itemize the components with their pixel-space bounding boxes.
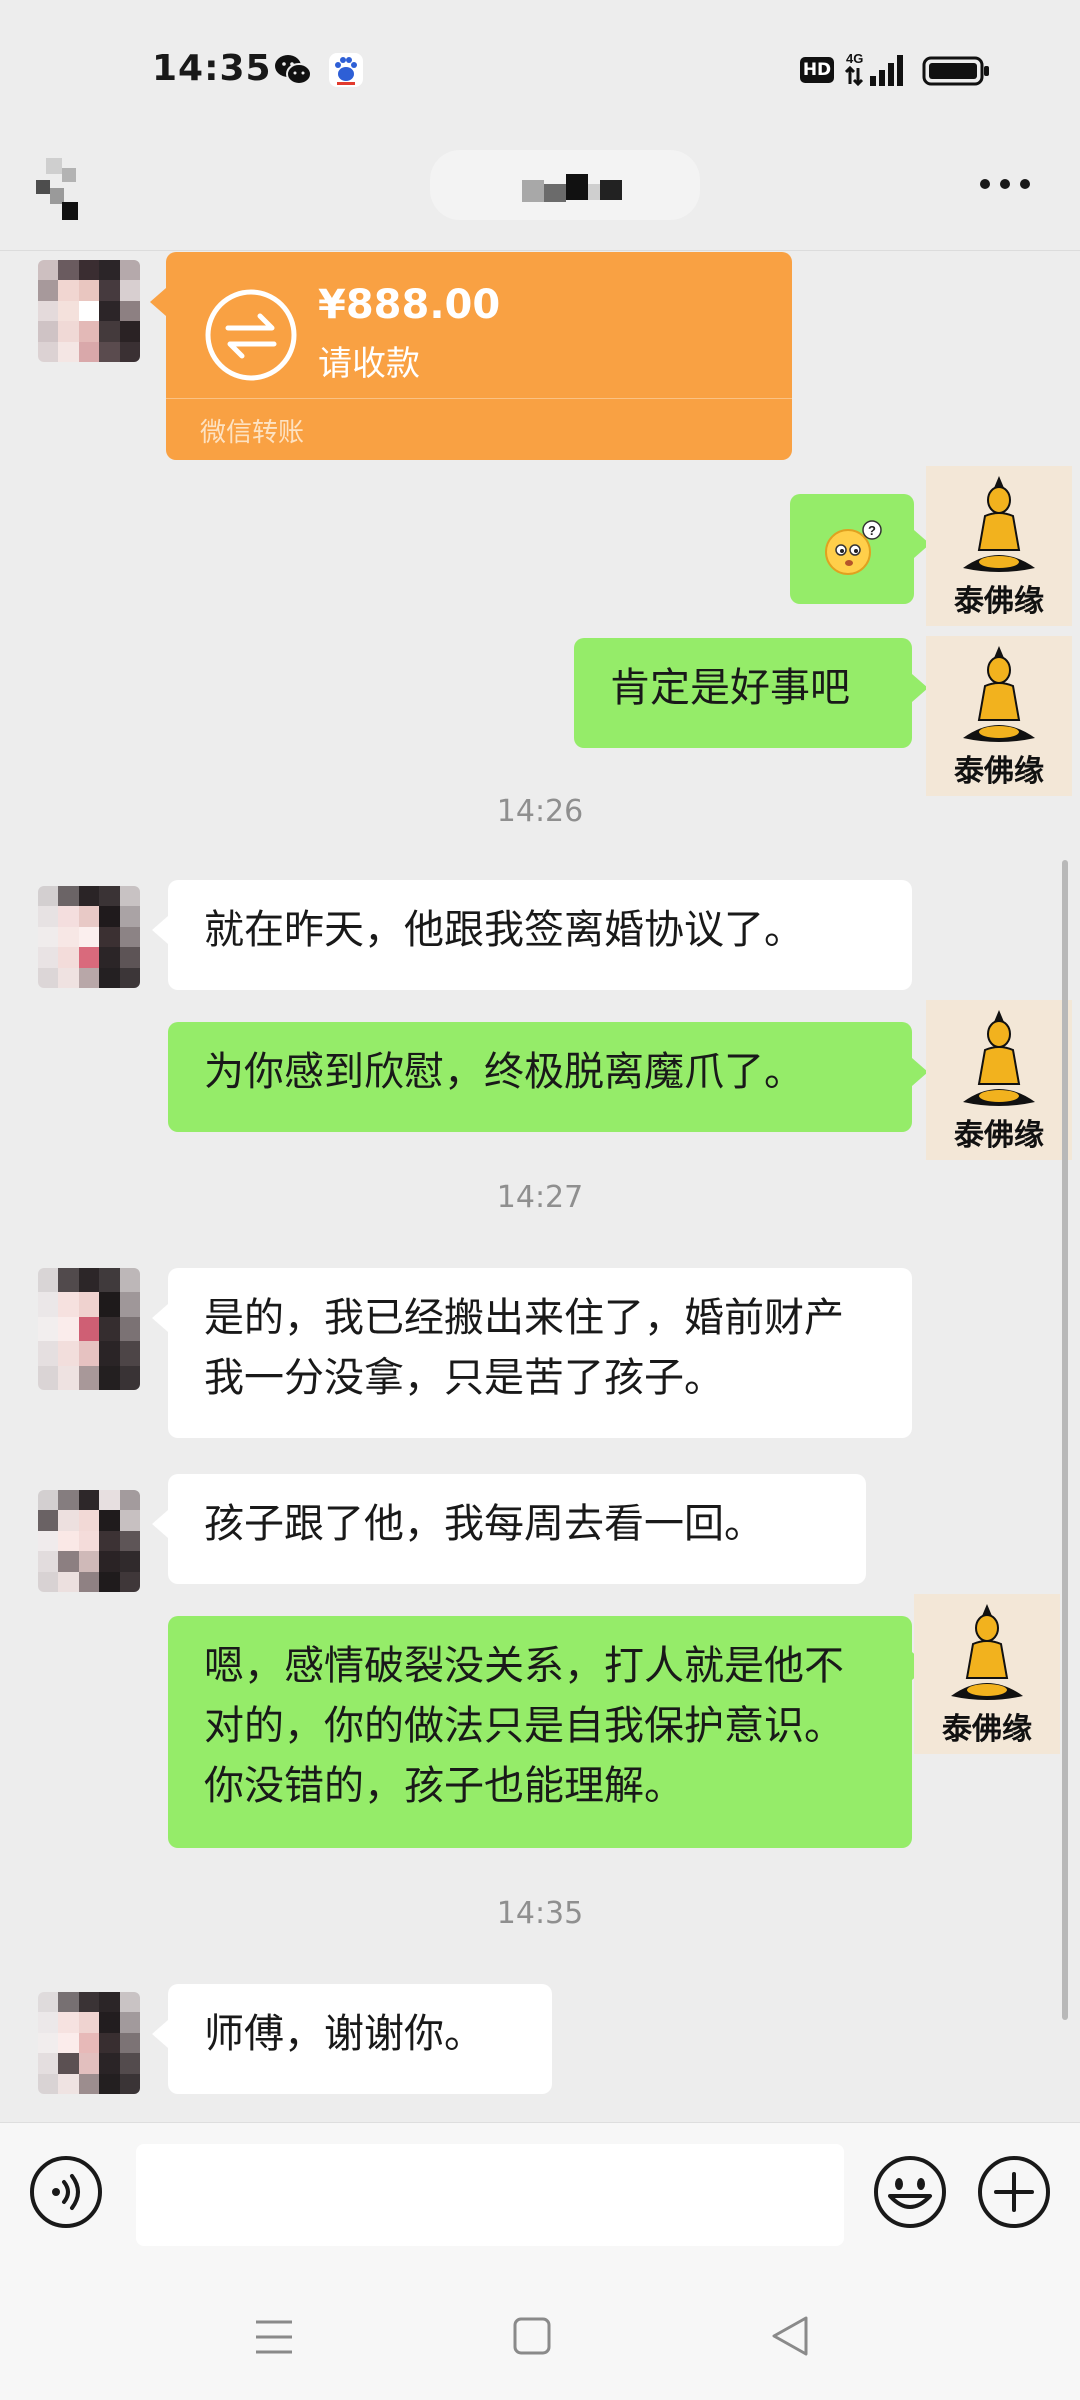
timestamp: 14:35	[496, 1896, 584, 1931]
message-bubble-self[interactable]: 肯定是好事吧	[574, 638, 928, 748]
plus-icon[interactable]	[976, 2154, 1052, 2230]
message-bubble-self[interactable]: 嗯，感情破裂没关系，打人就是他不对的，你的做法只是自我保护意识。你没错的，孩子也…	[168, 1616, 928, 1848]
more-options-icon[interactable]	[978, 176, 1032, 192]
transfer-icon	[205, 289, 297, 381]
buddha-icon	[963, 646, 1035, 742]
baidu-icon	[329, 53, 363, 87]
self-avatar-brand: 泰佛缘	[954, 1118, 1044, 1153]
nav-back-icon[interactable]	[770, 2314, 810, 2358]
battery-icon	[922, 56, 989, 86]
svg-text:?: ?	[868, 523, 876, 538]
hd-badge: HD	[800, 57, 834, 83]
peer-avatar[interactable]	[38, 886, 140, 988]
self-avatar-brand: 泰佛缘	[942, 1712, 1032, 1747]
self-avatar[interactable]: 泰佛缘	[914, 1594, 1060, 1754]
voice-input-icon[interactable]	[28, 2154, 104, 2230]
transfer-card[interactable]: ¥888.00 请收款 微信转账	[150, 252, 792, 460]
signal-icon: 4G	[844, 51, 903, 87]
home-icon[interactable]	[512, 2316, 552, 2356]
message-text: 是的，我已经搬出来住了，婚前财产我一分没拿，只是苦了孩子。	[204, 1295, 844, 1401]
self-avatar[interactable]: 泰佛缘	[926, 1000, 1072, 1160]
self-avatar-brand: 泰佛缘	[954, 754, 1044, 789]
message-text: 为你感到欣慰，终极脱离魔爪了。	[204, 1049, 804, 1095]
self-avatar-brand: 泰佛缘	[954, 584, 1044, 619]
message-bubble-self[interactable]: 为你感到欣慰，终极脱离魔爪了。	[168, 1022, 928, 1132]
message-text: 肯定是好事吧	[610, 665, 850, 711]
buddha-icon	[951, 1604, 1023, 1700]
buddha-icon	[963, 1010, 1035, 1106]
menu-icon[interactable]	[254, 2318, 294, 2356]
self-avatar[interactable]: 泰佛缘	[926, 466, 1072, 626]
message-bubble-peer[interactable]: 孩子跟了他，我每周去看一回。	[152, 1474, 866, 1584]
chat-title-redacted	[430, 150, 700, 220]
transfer-divider	[166, 398, 792, 399]
message-text: 嗯，感情破裂没关系，打人就是他不对的，你的做法只是自我保护意识。你没错的，孩子也…	[204, 1643, 844, 1809]
timestamp: 14:27	[496, 1180, 584, 1215]
message-text: 孩子跟了他，我每周去看一回。	[204, 1501, 764, 1547]
svg-text:4G: 4G	[846, 51, 863, 66]
message-bubble-peer[interactable]: 是的，我已经搬出来住了，婚前财产我一分没拿，只是苦了孩子。	[152, 1268, 912, 1438]
peer-avatar[interactable]	[38, 1490, 140, 1592]
message-text: 师傅，谢谢你。	[204, 2011, 484, 2057]
message-bubble-peer[interactable]: 师傅，谢谢你。	[152, 1984, 552, 2094]
peer-avatar[interactable]	[38, 1268, 140, 1390]
chat-scrollbar[interactable]	[1062, 860, 1068, 2020]
back-icon[interactable]	[36, 158, 84, 224]
sticker-message[interactable]: ?	[790, 494, 930, 604]
thinking-emoji-icon: ?	[825, 520, 882, 575]
wechat-icon	[275, 55, 312, 85]
buddha-icon	[963, 476, 1035, 572]
timestamp: 14:26	[496, 794, 584, 829]
message-bubble-peer[interactable]: 就在昨天，他跟我签离婚协议了。	[152, 880, 912, 990]
transfer-amount: ¥888.00	[318, 282, 501, 328]
self-avatar[interactable]: 泰佛缘	[926, 636, 1072, 796]
peer-avatar[interactable]	[38, 1992, 140, 2094]
message-input[interactable]	[136, 2144, 844, 2246]
transfer-action: 请收款	[318, 344, 420, 384]
emoji-icon[interactable]	[872, 2154, 948, 2230]
transfer-footer: 微信转账	[200, 418, 305, 448]
peer-avatar[interactable]	[38, 260, 140, 362]
message-text: 就在昨天，他跟我签离婚协议了。	[204, 907, 804, 953]
status-time: 14:35	[152, 48, 272, 89]
